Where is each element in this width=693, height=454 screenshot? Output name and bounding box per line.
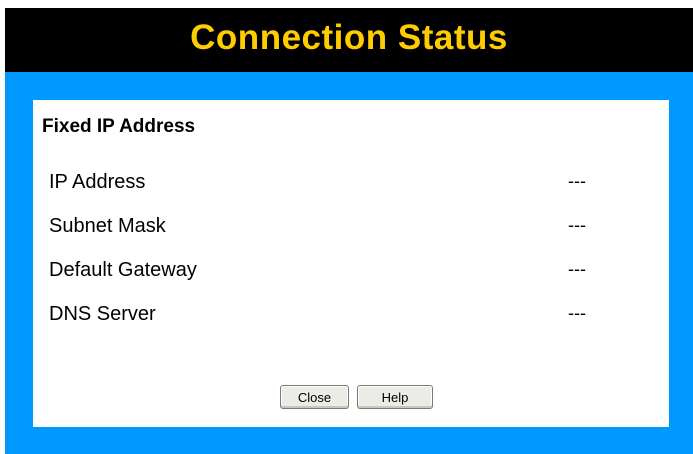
subnet-mask-label: Subnet Mask: [49, 215, 166, 237]
subnet-mask-row: Subnet Mask ---: [33, 215, 669, 259]
ip-address-row: IP Address ---: [33, 171, 669, 215]
connection-status-page: Connection Status Fixed IP Address IP Ad…: [0, 0, 693, 454]
page-title: Connection Status: [190, 18, 508, 57]
ip-address-value: ---: [568, 171, 586, 191]
status-panel: Fixed IP Address IP Address --- Subnet M…: [33, 100, 669, 427]
default-gateway-value: ---: [568, 259, 586, 279]
dns-server-label: DNS Server: [49, 303, 156, 325]
section-heading: Fixed IP Address: [42, 116, 196, 137]
subnet-mask-value: ---: [568, 215, 586, 235]
title-bar: Connection Status: [5, 8, 693, 72]
button-row: Close Help: [33, 385, 669, 409]
default-gateway-label: Default Gateway: [49, 259, 197, 281]
dns-server-row: DNS Server ---: [33, 303, 669, 347]
dns-server-value: ---: [568, 303, 586, 323]
help-button[interactable]: Help: [357, 385, 433, 409]
ip-address-label: IP Address: [49, 171, 146, 193]
default-gateway-row: Default Gateway ---: [33, 259, 669, 303]
status-rows: IP Address --- Subnet Mask --- Default G…: [33, 171, 669, 347]
close-button[interactable]: Close: [280, 385, 349, 409]
